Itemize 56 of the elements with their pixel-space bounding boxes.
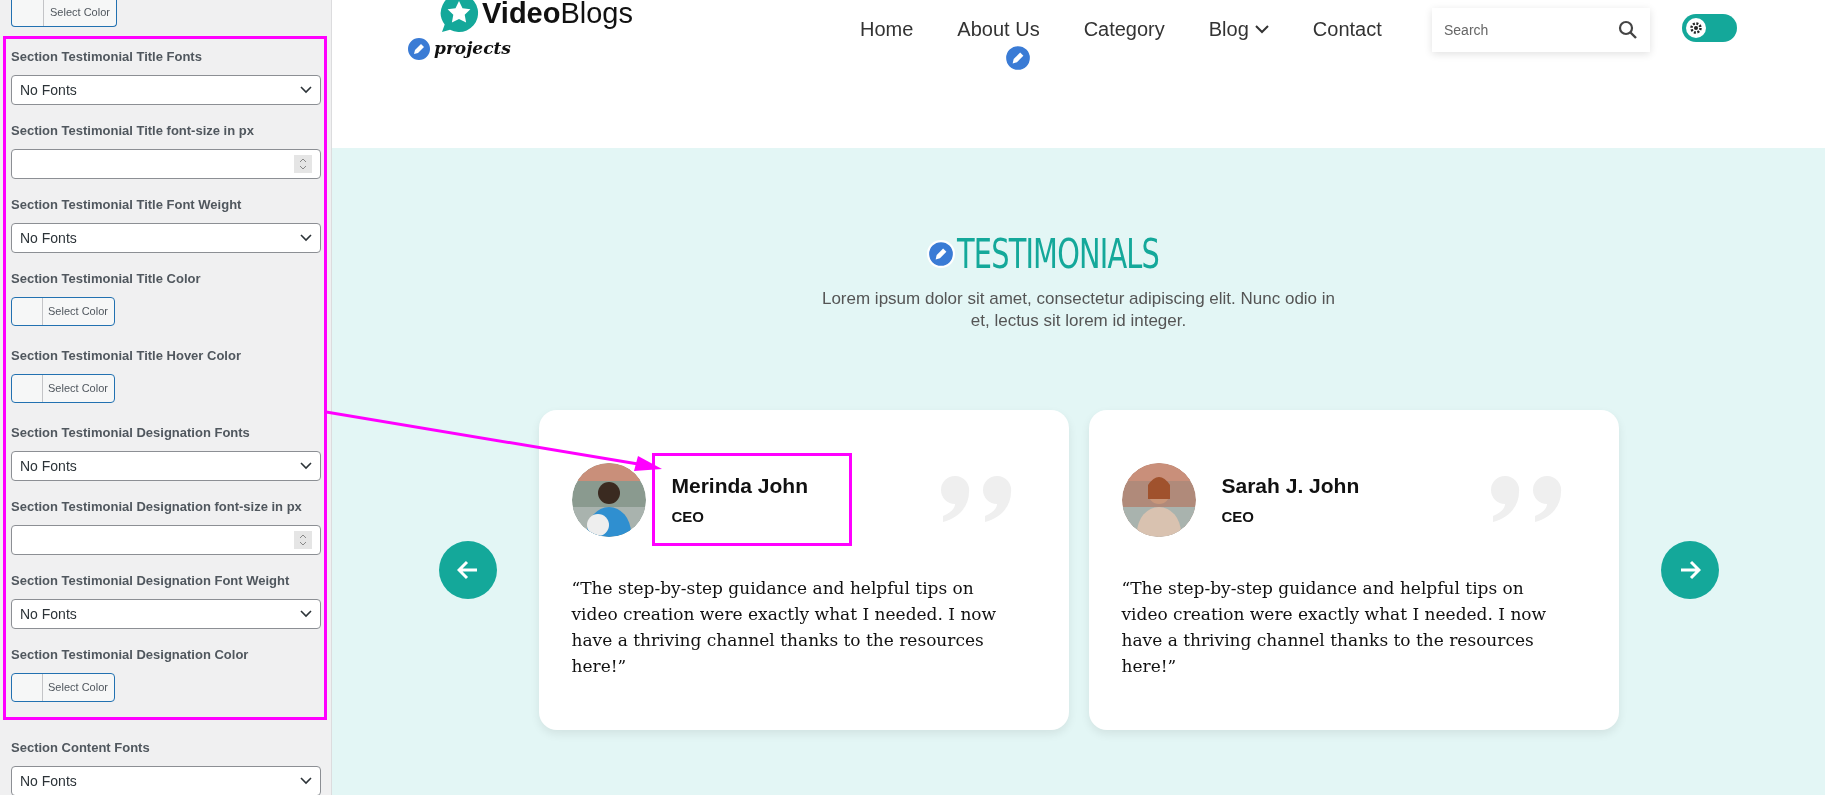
field-label: Section Testimonial Designation Fonts [11, 424, 251, 442]
field-label: Section Testimonial Title Font Weight [11, 196, 243, 214]
arrow-right-icon [1678, 559, 1701, 581]
section-intro: Lorem ipsum dolor sit amet, consectetur adipiscing elit. Nunc odio in et, lectus sit lorem id integer. [820, 288, 1337, 332]
person-designation: CEO [1221, 506, 1255, 527]
field-label: Section Testimonial Designation Font Weight [11, 572, 291, 590]
field-label: Section Testimonial Title Color [11, 270, 202, 288]
search-input[interactable]: Search [1444, 19, 1618, 41]
font-select[interactable]: No Fonts [11, 766, 321, 795]
section-title: TESTIMONIALS [957, 234, 1160, 274]
color-picker-button[interactable]: Select Color [11, 374, 115, 403]
font-select[interactable]: No Fonts [11, 75, 321, 105]
field-label: Section Testimonial Title Hover Color [11, 347, 242, 365]
number-field[interactable] [11, 149, 321, 179]
previous-button[interactable] [438, 541, 497, 599]
font-select[interactable]: No Fonts [11, 599, 321, 629]
person-designation: CEO [671, 506, 705, 527]
font-select[interactable]: No Fonts [11, 223, 321, 253]
person-name: Merinda John [671, 472, 808, 499]
arrow-left-icon [456, 559, 479, 581]
projects-label: projects [434, 37, 511, 61]
nav-link[interactable]: About Us [957, 14, 1040, 44]
field-label: Section Testimonial Title font-size in px [11, 122, 255, 140]
site-logo[interactable]: VideoBlogs [482, 0, 633, 28]
field-label: Section Testimonial Designation Color [11, 646, 250, 664]
nav-link[interactable]: Category [1083, 14, 1165, 44]
spinner-icon[interactable] [294, 531, 312, 549]
nav-link[interactable]: Home [860, 14, 914, 44]
font-select[interactable]: No Fonts [11, 451, 321, 481]
color-picker-button[interactable]: Select Color [11, 0, 117, 27]
next-button[interactable] [1660, 541, 1719, 599]
edit-icon[interactable] [1004, 44, 1032, 72]
edit-icon[interactable] [927, 240, 956, 268]
chevron-down-icon [300, 777, 312, 785]
nav-link[interactable]: Contact [1312, 14, 1382, 44]
edit-icon[interactable] [406, 36, 432, 62]
chevron-down-icon [1254, 24, 1269, 34]
spinner-icon[interactable] [294, 155, 312, 173]
chevron-down-icon [300, 234, 312, 242]
chevron-down-icon [300, 610, 312, 618]
color-picker-button[interactable]: Select Color [11, 297, 115, 326]
theme-toggle[interactable] [1682, 14, 1737, 42]
field-label: Section Content Fonts [11, 739, 151, 757]
search-icon[interactable] [1618, 20, 1638, 40]
testimonial-quote: “The step-by-step guidance and helpful tips on video creation were exactly what I needed. I now have a thriving channel thanks to the resources here!” [1121, 577, 1548, 678]
field-label: Section Testimonial Designation font-size in px [11, 498, 303, 516]
color-picker-button[interactable]: Select Color [11, 673, 115, 702]
person-name: Sarah J. John [1221, 472, 1360, 499]
gear-icon [1690, 22, 1702, 34]
chevron-down-icon [300, 462, 312, 470]
chevron-down-icon [300, 86, 312, 94]
field-label: Section Testimonial Title Fonts [11, 48, 203, 66]
nav-link[interactable]: Blog [1208, 14, 1269, 44]
testimonial-quote: “The step-by-step guidance and helpful tips on video creation were exactly what I needed. I now have a thriving channel thanks to the resources here!” [571, 577, 998, 678]
search-field[interactable]: Search [1432, 8, 1650, 52]
number-field[interactable] [11, 525, 321, 555]
